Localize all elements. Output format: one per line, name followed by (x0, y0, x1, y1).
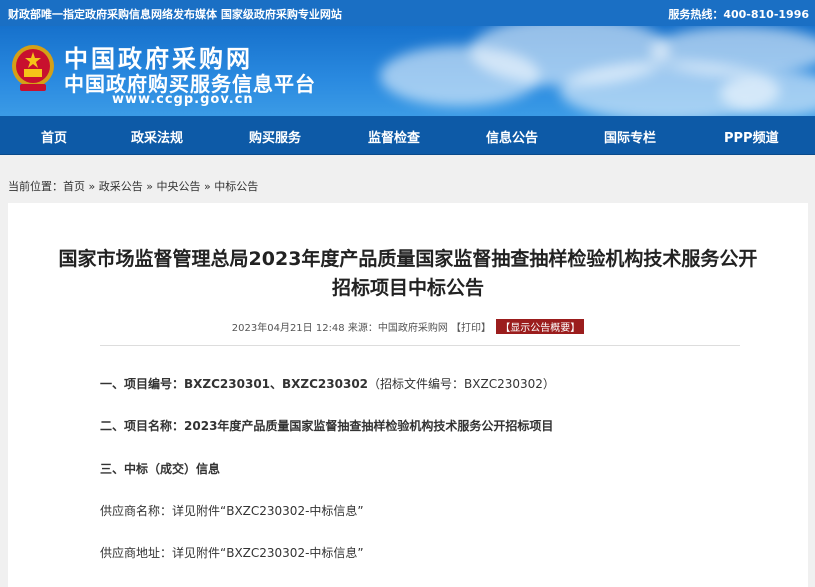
award-info-heading: 三、中标（成交）信息 (100, 460, 220, 477)
breadcrumb-separator: » (203, 180, 211, 193)
breadcrumb-central[interactable]: 中央公告 (156, 180, 200, 193)
nav-item-international[interactable]: 国际专栏 (604, 127, 656, 146)
site-header: 中国政府采购网 中国政府购买服务信息平台 www.ccgp.gov.cn (0, 26, 815, 116)
article-title-line2: 招标项目中标公告 (331, 277, 484, 299)
nav-item-purchase-services[interactable]: 购买服务 (249, 127, 301, 146)
divider (100, 345, 740, 346)
service-hotline: 服务热线：400-810-1996 (668, 8, 809, 21)
article-source: 来源：中国政府采购网 (347, 323, 448, 334)
project-name: 二、项目名称：2023年度产品质量国家监督抽查抽样检验机构技术服务公开招标项目 (100, 417, 553, 434)
show-summary-button[interactable]: 【显示公告概要】 (496, 319, 585, 334)
nav-item-announcements[interactable]: 信息公告 (486, 127, 538, 146)
breadcrumb-award[interactable]: 中标公告 (214, 180, 258, 193)
breadcrumb-home[interactable]: 首页 (63, 180, 85, 193)
top-bar-slogan: 财政部唯一指定政府采购信息网络发布媒体 国家级政府采购专业网站 (8, 8, 342, 21)
project-number-value: BXZC230301、BXZC230302 (184, 377, 369, 391)
project-name-value: 2023年度产品质量国家监督抽查抽样检验机构技术服务公开招标项目 (184, 419, 554, 433)
award-info-heading-text: 三、中标（成交）信息 (100, 462, 221, 476)
article-title-line1: 国家市场监督管理总局2023年度产品质量国家监督抽查抽样检验机构技术服务公开 (58, 248, 758, 270)
nav-item-home[interactable]: 首页 (41, 127, 67, 146)
article-title: 国家市场监督管理总局2023年度产品质量国家监督抽查抽样检验机构技术服务公开 招… (8, 245, 808, 303)
main-nav: 首页 政采法规 购买服务 监督检查 信息公告 国际专栏 PPP频道 (0, 116, 815, 155)
nav-item-regulations[interactable]: 政采法规 (131, 127, 183, 146)
tender-doc-number: （招标文件编号：BXZC230302） (368, 377, 555, 391)
supplier-address: 供应商地址：详见附件“BXZC230302-中标信息” (100, 546, 364, 560)
breadcrumb-announcements[interactable]: 政采公告 (99, 180, 143, 193)
print-link[interactable]: 【打印】 (451, 323, 491, 334)
project-number: 一、项目编号：BXZC230301、BXZC230302（招标文件编号：BXZC… (100, 375, 555, 392)
site-url: www.ccgp.gov.cn (112, 92, 254, 107)
project-name-label: 二、项目名称： (100, 419, 185, 433)
breadcrumb-separator: » (88, 180, 96, 193)
breadcrumb: 当前位置：首页 » 政采公告 » 中央公告 » 中标公告 (8, 178, 258, 194)
supplier-name: 供应商名称：详见附件“BXZC230302-中标信息” (100, 504, 364, 518)
project-number-label: 一、项目编号： (100, 377, 185, 391)
top-bar: 财政部唯一指定政府采购信息网络发布媒体 国家级政府采购专业网站 服务热线：400… (0, 0, 815, 26)
article-meta: 2023年04月21日 12:48 来源：中国政府采购网 【打印】 【显示公告概… (8, 319, 808, 334)
breadcrumb-prefix: 当前位置： (8, 180, 63, 193)
breadcrumb-separator: » (146, 180, 153, 193)
nav-item-supervision[interactable]: 监督检查 (368, 127, 420, 146)
article-card: 国家市场监督管理总局2023年度产品质量国家监督抽查抽样检验机构技术服务公开 招… (8, 203, 808, 587)
publish-date: 2023年04月21日 12:48 (231, 323, 345, 334)
national-emblem-icon (12, 45, 54, 91)
nav-item-ppp[interactable]: PPP频道 (724, 127, 779, 146)
